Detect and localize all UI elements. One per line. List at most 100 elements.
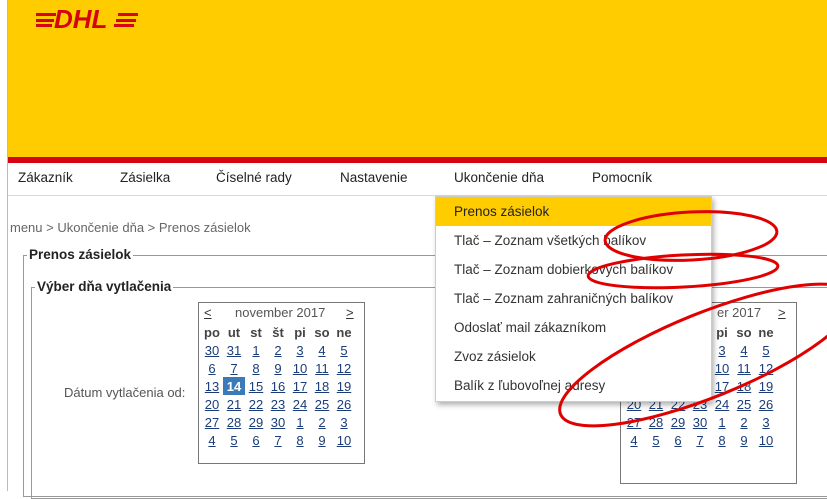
calendar-day[interactable]: 4 bbox=[311, 341, 333, 359]
nav-item-ciselne-rady[interactable]: Číselné rady bbox=[216, 170, 292, 185]
calendar-day[interactable]: 30 bbox=[689, 413, 711, 431]
menu-item-odoslat-mail[interactable]: Odoslať mail zákazníkom bbox=[436, 313, 711, 342]
calendar-day[interactable]: 26 bbox=[755, 395, 777, 413]
calendar-day[interactable]: 18 bbox=[311, 377, 333, 395]
calendar-day[interactable]: 2 bbox=[311, 413, 333, 431]
calendar-day[interactable]: 16 bbox=[267, 377, 289, 395]
calendar-day[interactable]: 28 bbox=[223, 413, 245, 431]
calendar-day[interactable]: 30 bbox=[267, 413, 289, 431]
weekday-header: pi bbox=[294, 324, 306, 340]
menu-item-zvoz-zasielok[interactable]: Zvoz zásielok bbox=[436, 342, 711, 371]
calendar-day[interactable]: 17 bbox=[711, 377, 733, 395]
calendar-month-title: er 2017 bbox=[717, 305, 762, 320]
header-red-stripe bbox=[8, 157, 827, 163]
calendar-day[interactable]: 7 bbox=[223, 359, 245, 377]
calendar-day[interactable]: 5 bbox=[755, 341, 777, 359]
section-title: Prenos zásielok bbox=[27, 247, 134, 262]
calendar-day[interactable]: 26 bbox=[333, 395, 355, 413]
calendar-day[interactable]: 29 bbox=[245, 413, 267, 431]
calendar-day[interactable]: 1 bbox=[289, 413, 311, 431]
calendar-day[interactable]: 9 bbox=[267, 359, 289, 377]
calendar-day[interactable]: 8 bbox=[711, 431, 733, 449]
calendar-day[interactable]: 10 bbox=[333, 431, 355, 449]
calendar-day[interactable]: 27 bbox=[201, 413, 223, 431]
calendar-header: < november 2017 > bbox=[199, 305, 364, 322]
calendar-day[interactable]: 7 bbox=[689, 431, 711, 449]
calendar-day[interactable]: 2 bbox=[733, 413, 755, 431]
calendar-day[interactable]: 6 bbox=[667, 431, 689, 449]
calendar-day[interactable]: 19 bbox=[755, 377, 777, 395]
calendar-day[interactable]: 23 bbox=[267, 395, 289, 413]
calendar-day[interactable]: 4 bbox=[623, 431, 645, 449]
calendar-day[interactable]: 1 bbox=[711, 413, 733, 431]
calendar-day[interactable]: 15 bbox=[245, 377, 267, 395]
calendar-day[interactable]: 13 bbox=[201, 377, 223, 395]
calendar-day[interactable]: 21 bbox=[223, 395, 245, 413]
calendar-day[interactable]: 19 bbox=[333, 377, 355, 395]
calendar-day[interactable]: 28 bbox=[645, 413, 667, 431]
main-nav: Zákazník Zásielka Číselné rady Nastaveni… bbox=[8, 170, 827, 192]
calendar-day[interactable]: 20 bbox=[201, 395, 223, 413]
calendar-day[interactable]: 1 bbox=[245, 341, 267, 359]
menu-item-tlac-dobierkovych[interactable]: Tlač – Zoznam dobierkových balíkov bbox=[436, 255, 711, 284]
breadcrumb: menu > Ukončenie dňa > Prenos zásielok bbox=[10, 220, 251, 235]
weekday-header: ne bbox=[336, 324, 352, 340]
calendar-day[interactable]: 8 bbox=[245, 359, 267, 377]
header-banner: DHL bbox=[8, 0, 827, 157]
calendar-day[interactable]: 11 bbox=[311, 359, 333, 377]
calendar-day[interactable]: 17 bbox=[289, 377, 311, 395]
calendar-day[interactable]: 3 bbox=[711, 341, 733, 359]
calendar-day[interactable]: 9 bbox=[311, 431, 333, 449]
calendar-day[interactable]: 12 bbox=[755, 359, 777, 377]
calendar-day[interactable]: 7 bbox=[267, 431, 289, 449]
weekday-header: ne bbox=[758, 324, 774, 340]
calendar-day[interactable]: 29 bbox=[667, 413, 689, 431]
weekday-header: ut bbox=[227, 324, 241, 340]
nav-item-zasielka[interactable]: Zásielka bbox=[120, 170, 170, 185]
calendar-day[interactable]: 8 bbox=[289, 431, 311, 449]
calendar-day[interactable]: 6 bbox=[245, 431, 267, 449]
calendar-day[interactable]: 25 bbox=[311, 395, 333, 413]
calendar-day[interactable]: 10 bbox=[711, 359, 733, 377]
calendar-day[interactable]: 27 bbox=[623, 413, 645, 431]
calendar-day-selected[interactable]: 14 bbox=[223, 377, 245, 395]
menu-item-prenos-zasielok[interactable]: Prenos zásielok bbox=[436, 197, 711, 226]
calendar-day[interactable]: 30 bbox=[201, 341, 223, 359]
ukoncenie-dna-dropdown: Prenos zásielok Tlač – Zoznam všetkých b… bbox=[435, 196, 712, 402]
svg-text:DHL: DHL bbox=[54, 6, 107, 30]
calendar-next-button[interactable]: > bbox=[778, 305, 786, 320]
calendar-day[interactable]: 22 bbox=[245, 395, 267, 413]
calendar-day[interactable]: 31 bbox=[223, 341, 245, 359]
calendar-day[interactable]: 3 bbox=[289, 341, 311, 359]
calendar-day[interactable]: 5 bbox=[333, 341, 355, 359]
calendar-prev-button[interactable]: < bbox=[204, 305, 212, 320]
calendar-day[interactable]: 4 bbox=[201, 431, 223, 449]
calendar-day[interactable]: 5 bbox=[645, 431, 667, 449]
calendar-day[interactable]: 24 bbox=[711, 395, 733, 413]
calendar-day[interactable]: 3 bbox=[333, 413, 355, 431]
nav-item-pomocnik[interactable]: Pomocník bbox=[592, 170, 652, 185]
calendar-day[interactable]: 9 bbox=[733, 431, 755, 449]
weekday-header: pi bbox=[716, 324, 728, 340]
menu-item-tlac-vsetkych[interactable]: Tlač – Zoznam všetkých balíkov bbox=[436, 226, 711, 255]
nav-item-nastavenie[interactable]: Nastavenie bbox=[340, 170, 408, 185]
nav-item-zakaznik[interactable]: Zákazník bbox=[18, 170, 73, 185]
calendar-day[interactable]: 2 bbox=[267, 341, 289, 359]
calendar-day[interactable]: 3 bbox=[755, 413, 777, 431]
calendar-day[interactable]: 6 bbox=[201, 359, 223, 377]
calendar-day[interactable]: 5 bbox=[223, 431, 245, 449]
calendar-day[interactable]: 10 bbox=[755, 431, 777, 449]
calendar-day[interactable]: 24 bbox=[289, 395, 311, 413]
weekday-header: st bbox=[250, 324, 262, 340]
calendar-day[interactable]: 11 bbox=[733, 359, 755, 377]
menu-item-balik-z-adresy[interactable]: Balík z ľubovoľnej adresy bbox=[436, 371, 711, 400]
menu-item-tlac-zahranicnych[interactable]: Tlač – Zoznam zahraničných balíkov bbox=[436, 284, 711, 313]
nav-item-ukoncenie-dna[interactable]: Ukončenie dňa bbox=[454, 170, 544, 185]
calendar-day[interactable]: 25 bbox=[733, 395, 755, 413]
calendar-day[interactable]: 18 bbox=[733, 377, 755, 395]
calendar-day[interactable]: 10 bbox=[289, 359, 311, 377]
calendar-next-button[interactable]: > bbox=[346, 305, 354, 320]
calendar-day[interactable]: 12 bbox=[333, 359, 355, 377]
date-from-label: Dátum vytlačenia od: bbox=[64, 385, 186, 400]
calendar-day[interactable]: 4 bbox=[733, 341, 755, 359]
